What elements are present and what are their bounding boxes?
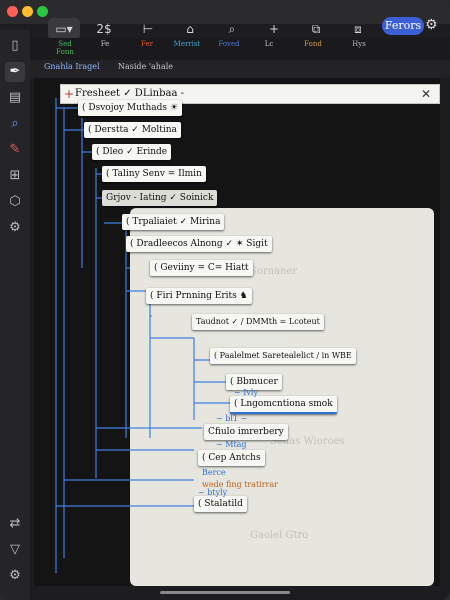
diagram-node[interactable]: ( Dradleecos Alnong ✓ ✶ Sigit [126, 236, 272, 252]
annotation-note: ~ bl1 ~ [216, 414, 248, 423]
close-window-button[interactable] [7, 6, 18, 17]
tag-item[interactable]: Sed Fonn [50, 40, 80, 56]
diagram-node[interactable]: ( Dleo ✓ Erinde [92, 144, 172, 160]
color-tag-strip: Sed Fonn Fe Fer Merrist Foved Lc Fond Hy… [30, 38, 450, 60]
diagram-node[interactable]: ( Trpaliaiet ✓ Mirina [122, 214, 225, 230]
app-window: ▭▾ 2$ ⊢ ⌂ ⌕ + ⧉ ⧈ Ferors ⚙ Sed Fonn Fe F… [0, 0, 450, 600]
tab-left[interactable]: Gnahla Iragel [44, 62, 100, 71]
tag-item[interactable]: Merrist [170, 40, 204, 48]
close-icon[interactable]: ✕ [419, 86, 433, 102]
toolbar-tablet-icon[interactable]: ⧉ [304, 18, 328, 40]
diagram-node[interactable]: ( Firi Prnning Erits ♞ [146, 288, 252, 304]
layers-icon[interactable]: ⊞ [5, 166, 25, 186]
toolbar-hash-icon[interactable]: 2$ [92, 18, 116, 40]
annotation-note: ~ btyly [198, 488, 228, 497]
diagram-node[interactable]: ( Cep Antchs [198, 450, 265, 466]
scroll-indicator[interactable] [160, 591, 290, 594]
diagram-node[interactable]: ( Taliny Senv = Ilmin [102, 166, 206, 182]
diagram-node[interactable]: ( Paalelmet Saretealelict / in WBE [210, 348, 356, 364]
tag-item[interactable]: Foved [214, 40, 244, 48]
diagram-node[interactable]: ( Geviiny = C= Hiatt [150, 260, 253, 276]
brand-button[interactable]: Ferors [382, 17, 424, 35]
tag-icon[interactable]: ⬡ [5, 192, 25, 212]
toolbar-frame-icon[interactable]: ⧈ [346, 18, 370, 40]
triangle-down-icon[interactable]: ▽ [5, 540, 25, 560]
annotation-note: ~ Mtag [216, 440, 247, 449]
brush-icon[interactable]: ✎ [5, 140, 25, 160]
annotation-note: ~ Ivly [234, 388, 259, 397]
diagram-node[interactable]: ( Dsvojoy Muthads ☀ [78, 100, 182, 116]
toolbar-plus-icon[interactable]: + [262, 18, 286, 40]
diagram-node[interactable]: Cfiulo imrerbery [204, 424, 288, 440]
tag-item[interactable]: Fe [92, 40, 118, 48]
document-icon[interactable]: ▤ [5, 88, 25, 108]
search-icon[interactable]: ⌕ [5, 114, 25, 134]
toolbar-search-icon[interactable]: ⌕ [220, 18, 244, 40]
tag-item[interactable]: Hys [346, 40, 372, 48]
tag-item[interactable]: Lc [258, 40, 280, 48]
toolbar-house-icon[interactable]: ⌂ [178, 18, 202, 40]
tab-right[interactable]: Naside 'ahale [118, 62, 173, 71]
settings-bottom-icon[interactable]: ⚙ [5, 566, 25, 586]
sidebar: ▯ ✒ ▤ ⌕ ✎ ⊞ ⬡ ⚙ ⇄ ▽ ⚙ [0, 30, 30, 600]
settings-icon[interactable]: ⚙ [5, 218, 25, 238]
annotation-note: Berce [202, 468, 226, 477]
diagram-node[interactable]: Taudnot ✓ / DMMth = Lcoteut [192, 314, 324, 330]
tag-item[interactable]: Fer [134, 40, 160, 48]
diagram-node[interactable]: ( Lngomcntiona smok [230, 396, 337, 414]
gear-icon[interactable]: ⚙ [425, 17, 438, 33]
diagram-node[interactable]: Grjov - Iating ✓ Soinick [102, 190, 218, 206]
panel-icon[interactable]: ▯ [5, 36, 25, 56]
toolbar-bracket-icon[interactable]: ⊢ [136, 18, 160, 40]
diagram-title: Fresheet ✓ DLinbaa - [75, 88, 184, 99]
pen-tool-icon[interactable]: ✒ [5, 62, 25, 82]
sync-icon[interactable]: ⇄ [5, 514, 25, 534]
diagram-node[interactable]: ( Stalatild [194, 496, 247, 512]
plus-marker-icon: + [64, 87, 75, 101]
canvas[interactable]: Sornaner Fooli Sedas Wioroes Gaolel Gtro [34, 78, 440, 586]
diagram-node[interactable]: ( Derstta ✓ Moltina [84, 122, 181, 138]
toolbar-square-chevron-icon[interactable]: ▭▾ [48, 18, 80, 40]
document-tab-line: Gnahla Iragel Naside 'ahale [30, 60, 450, 78]
tag-item[interactable]: Fond [298, 40, 328, 48]
